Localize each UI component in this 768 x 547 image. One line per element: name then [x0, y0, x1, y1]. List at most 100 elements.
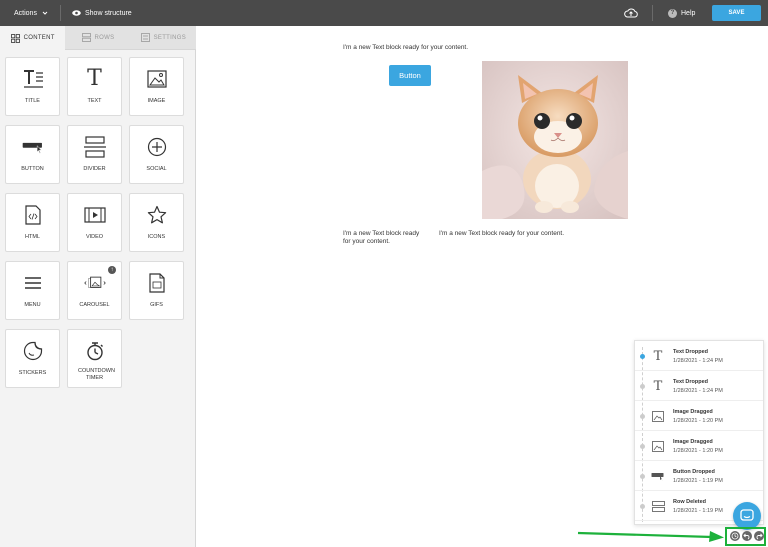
- history-panel: T Text Dropped 1/28/2021 - 1:24 PM T Tex…: [634, 340, 764, 525]
- redo-button[interactable]: [754, 531, 764, 541]
- button-icon: [22, 136, 44, 158]
- image-icon: [651, 439, 665, 453]
- history-item[interactable]: T Text Dropped 1/28/2021 - 1:24 PM: [635, 341, 763, 371]
- history-date: 1/28/2021 - 1:20 PM: [673, 418, 723, 424]
- title-icon: [22, 68, 44, 90]
- text-icon: T: [87, 66, 102, 91]
- tile-label: SOCIAL: [146, 166, 167, 172]
- tile-social[interactable]: SOCIAL: [129, 125, 184, 184]
- tile-gifs[interactable]: GIFS: [129, 261, 184, 320]
- tile-menu[interactable]: MENU: [5, 261, 60, 320]
- history-item[interactable]: Image Dragged 1/28/2021 - 1:20 PM: [635, 431, 763, 461]
- canvas-button[interactable]: Button: [389, 65, 431, 86]
- clock-icon: [731, 532, 739, 540]
- history-date: 1/28/2021 - 1:24 PM: [673, 388, 723, 394]
- chat-button[interactable]: [733, 502, 761, 530]
- grid-icon: [10, 33, 20, 43]
- history-item[interactable]: Button Dropped 1/28/2021 - 1:19 PM: [635, 461, 763, 491]
- timer-icon: [84, 340, 106, 362]
- button-icon: [651, 469, 665, 483]
- tile-icons[interactable]: ICONS: [129, 193, 184, 252]
- tile-stickers[interactable]: STICKERS: [5, 329, 60, 388]
- tab-label: CONTENT: [23, 35, 55, 41]
- tab-rows[interactable]: ROWS: [65, 26, 131, 50]
- timeline-dot: [640, 504, 645, 509]
- undo-button[interactable]: [742, 531, 752, 541]
- tab-label: SETTINGS: [153, 34, 187, 41]
- text-line: I'm a new Text block ready: [343, 230, 420, 237]
- timeline-dot: [640, 444, 645, 449]
- top-bar: Actions Show structure ? Help SAVE: [0, 0, 768, 26]
- tile-video[interactable]: VIDEO: [67, 193, 122, 252]
- sidebar-tabs: CONTENT ROWS SETTINGS: [0, 26, 196, 50]
- history-item[interactable]: T Text Dropped 1/28/2021 - 1:24 PM: [635, 371, 763, 401]
- history-title: Image Dragged: [673, 409, 713, 415]
- tile-text[interactable]: T TEXT: [67, 57, 122, 116]
- new-badge-icon: ↑: [108, 266, 116, 274]
- help-button[interactable]: ? Help: [668, 0, 695, 26]
- chat-icon: [740, 509, 754, 521]
- history-date: 1/28/2021 - 1:19 PM: [673, 508, 723, 514]
- tile-label: COUNTDOWN TIMER: [78, 368, 115, 381]
- help-label: Help: [681, 9, 696, 17]
- history-title: Text Dropped: [673, 379, 709, 385]
- history-date: 1/28/2021 - 1:20 PM: [673, 448, 723, 454]
- sidebar: CONTENT ROWS SETTINGS TITLE T TEXT IMAGE: [0, 26, 196, 547]
- tile-divider[interactable]: DIVIDER: [67, 125, 122, 184]
- history-date: 1/28/2021 - 1:19 PM: [673, 478, 723, 484]
- text-icon: T: [653, 378, 663, 394]
- history-date: 1/28/2021 - 1:24 PM: [673, 358, 723, 364]
- history-title: Text Dropped: [673, 349, 709, 355]
- chevron-down-icon: [42, 11, 48, 15]
- tile-image[interactable]: IMAGE: [129, 57, 184, 116]
- history-title: Image Dragged: [673, 439, 713, 445]
- menu-icon: [22, 272, 44, 294]
- show-structure-toggle[interactable]: Show structure: [72, 0, 132, 26]
- html-icon: [22, 204, 44, 226]
- divider: [652, 5, 653, 21]
- tile-countdown-timer[interactable]: COUNTDOWN TIMER: [67, 329, 122, 388]
- redo-icon: [756, 533, 763, 540]
- social-icon: [146, 136, 168, 158]
- divider: [60, 5, 61, 21]
- eye-icon: [72, 10, 81, 16]
- tile-label: GIFS: [150, 302, 163, 308]
- tile-title[interactable]: TITLE: [5, 57, 60, 116]
- tile-label: STICKERS: [18, 370, 47, 376]
- actions-label: Actions: [14, 9, 37, 17]
- history-item[interactable]: Image Dragged 1/28/2021 - 1:20 PM: [635, 401, 763, 431]
- tile-label: CAROUSEL: [79, 302, 110, 308]
- text-block-right[interactable]: I'm a new Text block ready for your cont…: [439, 230, 564, 238]
- history-toggle-button[interactable]: [730, 531, 740, 541]
- show-structure-label: Show structure: [85, 9, 132, 17]
- text-block-top[interactable]: I'm a new Text block ready for your cont…: [343, 44, 468, 52]
- timeline-dot: [640, 414, 645, 419]
- tab-content[interactable]: CONTENT: [0, 26, 66, 50]
- history-title: Row Deleted: [673, 499, 707, 505]
- arrow-annotation-icon: [577, 531, 724, 542]
- tab-settings[interactable]: SETTINGS: [130, 26, 196, 50]
- row-icon: [651, 499, 665, 513]
- actions-menu[interactable]: Actions: [14, 0, 48, 26]
- video-icon: [83, 204, 106, 226]
- tile-label: TITLE: [25, 98, 40, 104]
- sticker-icon: [22, 340, 44, 362]
- tile-label: VIDEO: [85, 234, 104, 240]
- text-block-left[interactable]: I'm a new Text block ready for your cont…: [343, 230, 419, 246]
- text-line: for your content.: [343, 238, 390, 245]
- tile-button[interactable]: BUTTON: [5, 125, 60, 184]
- help-icon: ?: [668, 8, 677, 18]
- save-button[interactable]: SAVE: [712, 5, 761, 21]
- timeline-dot: [640, 354, 645, 359]
- cloud-upload-icon[interactable]: [624, 6, 638, 20]
- cat-image[interactable]: [482, 61, 628, 219]
- undo-icon: [743, 533, 750, 540]
- rows-icon: [81, 33, 91, 42]
- star-icon: [146, 204, 168, 226]
- tile-html[interactable]: HTML: [5, 193, 60, 252]
- image-icon: [651, 409, 665, 423]
- tile-label: ICONS: [147, 234, 166, 240]
- tile-carousel[interactable]: ↑ CAROUSEL: [67, 261, 122, 320]
- image-icon: [146, 68, 168, 90]
- tile-label: MENU: [24, 302, 41, 308]
